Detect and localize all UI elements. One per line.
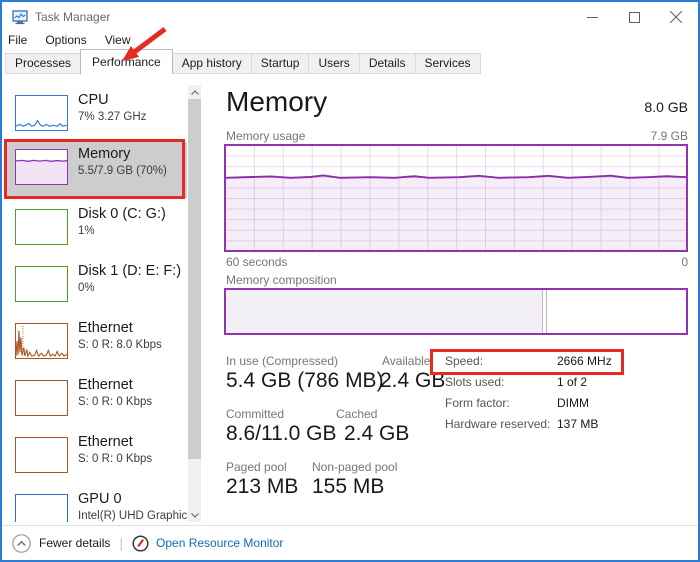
open-resource-monitor-label: Open Resource Monitor xyxy=(156,536,283,550)
speed-value: 2666 MHz xyxy=(557,354,612,368)
footer-bar: Fewer details | Open Resource Monitor xyxy=(12,531,283,555)
slots-used-label: Slots used: xyxy=(445,375,504,389)
tab-startup[interactable]: Startup xyxy=(251,53,310,74)
footer-separator: | xyxy=(119,535,123,551)
form-factor-label: Form factor: xyxy=(445,396,510,410)
sidebar-gpu0-label: GPU 0 xyxy=(78,491,122,507)
panel-title: Memory xyxy=(226,86,327,118)
ethernet3-thumbnail-graph xyxy=(15,437,68,473)
available-label: Available xyxy=(382,354,430,368)
sidebar-disk0-label: Disk 0 (C: G:) xyxy=(78,206,166,222)
sidebar-item-ethernet1[interactable]: Ethernet S: 0 R: 8.0 Kbps xyxy=(5,320,187,377)
sidebar-ethernet2-label: Ethernet xyxy=(78,377,133,393)
tab-processes[interactable]: Processes xyxy=(5,53,81,74)
footer-divider xyxy=(2,525,698,526)
sidebar-gpu0-detail: Intel(R) UHD Graphic xyxy=(78,510,187,522)
memory-composition-bar xyxy=(224,288,688,335)
tab-services[interactable]: Services xyxy=(415,53,481,74)
in-use-label: In use (Compressed) xyxy=(226,354,338,368)
graph-time-label: 60 seconds xyxy=(226,255,287,269)
sidebar-disk1-label: Disk 1 (D: E: F:) xyxy=(78,263,181,279)
sidebar-memory-label: Memory xyxy=(78,146,130,162)
scroll-up-icon[interactable] xyxy=(188,85,201,99)
tab-app-history[interactable]: App history xyxy=(172,53,252,74)
tab-details[interactable]: Details xyxy=(359,53,416,74)
ethernet1-thumbnail-graph xyxy=(15,323,68,359)
composition-divider xyxy=(546,290,547,333)
slots-used-value: 1 of 2 xyxy=(557,375,587,389)
graph-zero-label: 0 xyxy=(488,255,688,269)
resource-monitor-gauge-icon xyxy=(132,535,149,552)
chevron-up-circle-icon xyxy=(12,534,31,553)
fewer-details-button[interactable]: Fewer details xyxy=(12,534,110,553)
sidebar-ethernet3-detail: S: 0 R: 0 Kbps xyxy=(78,453,152,465)
hardware-reserved-label: Hardware reserved: xyxy=(445,417,550,431)
sidebar-ethernet1-label: Ethernet xyxy=(78,320,133,336)
committed-value: 8.6/11.0 GB xyxy=(226,422,337,446)
memory-usage-label: Memory usage xyxy=(226,129,305,143)
minimize-button[interactable] xyxy=(575,2,609,32)
ethernet2-thumbnail-graph xyxy=(15,380,68,416)
sidebar-disk0-detail: 1% xyxy=(78,225,95,237)
paged-pool-label: Paged pool xyxy=(226,460,287,474)
sidebar-item-ethernet2[interactable]: Ethernet S: 0 R: 0 Kbps xyxy=(5,377,187,434)
committed-label: Committed xyxy=(226,407,284,421)
title-bar: Task Manager xyxy=(2,2,698,32)
tab-strip: Processes Performance App history Startu… xyxy=(5,54,480,74)
open-resource-monitor-link[interactable]: Open Resource Monitor xyxy=(132,535,283,552)
tab-users[interactable]: Users xyxy=(308,53,359,74)
paged-pool-value: 213 MB xyxy=(226,475,298,499)
in-use-value: 5.4 GB (786 MB) xyxy=(226,369,384,393)
fewer-details-label: Fewer details xyxy=(39,536,110,550)
sidebar-memory-detail: 5.5/7.9 GB (70%) xyxy=(78,165,167,177)
nonpaged-pool-label: Non-paged pool xyxy=(312,460,397,474)
scrollbar-thumb[interactable] xyxy=(188,99,201,459)
menu-file[interactable]: File xyxy=(8,33,27,51)
sidebar-ethernet1-detail: S: 0 R: 8.0 Kbps xyxy=(78,339,162,351)
sidebar-item-gpu0[interactable]: GPU 0 Intel(R) UHD Graphic xyxy=(5,491,187,522)
composition-in-use-segment xyxy=(226,290,543,333)
minimize-icon xyxy=(587,12,598,23)
cpu-thumbnail-graph xyxy=(15,95,68,131)
sidebar-disk1-detail: 0% xyxy=(78,282,95,294)
available-value: 2.4 GB xyxy=(380,369,445,393)
sidebar-ethernet3-label: Ethernet xyxy=(78,434,133,450)
speed-label: Speed: xyxy=(445,354,483,368)
cached-label: Cached xyxy=(336,407,377,421)
memory-usage-curve xyxy=(226,146,686,250)
memory-usage-graph xyxy=(224,144,688,252)
cached-value: 2.4 GB xyxy=(344,422,409,446)
sidebar-item-ethernet3[interactable]: Ethernet S: 0 R: 0 Kbps xyxy=(5,434,187,491)
sidebar-item-disk0[interactable]: Disk 0 (C: G:) 1% xyxy=(5,206,187,263)
form-factor-value: DIMM xyxy=(557,396,589,410)
close-icon xyxy=(670,11,682,23)
scroll-down-icon[interactable] xyxy=(188,508,201,522)
memory-usage-max: 7.9 GB xyxy=(488,129,688,143)
sidebar-scrollbar[interactable] xyxy=(188,85,201,522)
hardware-reserved-value: 137 MB xyxy=(557,417,598,431)
sidebar-item-memory[interactable]: Memory 5.5/7.9 GB (70%) xyxy=(5,142,187,198)
disk1-thumbnail-graph xyxy=(15,266,68,302)
close-button[interactable] xyxy=(659,2,693,32)
task-manager-app-icon xyxy=(12,9,28,25)
sidebar-ethernet2-detail: S: 0 R: 0 Kbps xyxy=(78,396,152,408)
memory-composition-label: Memory composition xyxy=(226,273,337,287)
maximize-icon xyxy=(629,12,640,23)
sidebar-cpu-detail: 7% 3.27 GHz xyxy=(78,111,146,123)
gpu0-thumbnail-graph xyxy=(15,494,68,522)
sidebar-item-disk1[interactable]: Disk 1 (D: E: F:) 0% xyxy=(5,263,187,320)
sidebar-item-cpu[interactable]: CPU 7% 3.27 GHz xyxy=(5,92,187,149)
memory-thumbnail-graph xyxy=(15,149,68,185)
window-title: Task Manager xyxy=(35,10,110,24)
disk0-thumbnail-graph xyxy=(15,209,68,245)
tab-performance[interactable]: Performance xyxy=(80,49,173,74)
total-memory-value: 8.0 GB xyxy=(488,99,688,115)
sidebar-cpu-label: CPU xyxy=(78,92,109,108)
nonpaged-pool-value: 155 MB xyxy=(312,475,384,499)
maximize-button[interactable] xyxy=(617,2,651,32)
